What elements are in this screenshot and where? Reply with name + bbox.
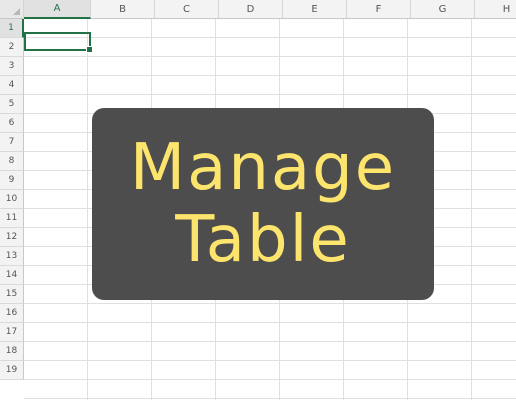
row-header-8[interactable]: 8 xyxy=(0,152,24,171)
row-header-15[interactable]: 15 xyxy=(0,285,24,304)
column-header-d[interactable]: D xyxy=(219,0,283,19)
column-headers: ABCDEFGH xyxy=(24,0,516,19)
fill-handle[interactable] xyxy=(86,46,93,53)
overlay-title-line-1: Manage xyxy=(129,131,397,205)
row-header-14[interactable]: 14 xyxy=(0,266,24,285)
row-header-12[interactable]: 12 xyxy=(0,228,24,247)
row-header-5[interactable]: 5 xyxy=(0,95,24,114)
row-header-4[interactable]: 4 xyxy=(0,76,24,95)
row-header-19[interactable]: 19 xyxy=(0,361,24,380)
column-header-c[interactable]: C xyxy=(155,0,219,19)
row-header-1[interactable]: 1 xyxy=(0,19,24,38)
title-overlay: Manage Table xyxy=(92,108,434,300)
row-header-2[interactable]: 2 xyxy=(0,38,24,57)
row-header-7[interactable]: 7 xyxy=(0,133,24,152)
column-header-e[interactable]: E xyxy=(283,0,347,19)
row-headers: 1 2 3 4 5 6 7 8 9 10 11 12 13 14 15 16 17 18 19 xyxy=(0,19,24,380)
row-header-18[interactable]: 18 xyxy=(0,342,24,361)
selected-cell-a1[interactable] xyxy=(24,32,93,53)
row-header-11[interactable]: 11 xyxy=(0,209,24,228)
select-all-triangle-icon xyxy=(13,8,20,15)
row-header-6[interactable]: 6 xyxy=(0,114,24,133)
column-header-b[interactable]: B xyxy=(91,0,155,19)
column-header-a[interactable]: A xyxy=(24,0,91,19)
row-header-10[interactable]: 10 xyxy=(0,190,24,209)
select-all-corner[interactable] xyxy=(0,0,24,19)
row-header-17[interactable]: 17 xyxy=(0,323,24,342)
column-header-g[interactable]: G xyxy=(411,0,475,19)
row-header-13[interactable]: 13 xyxy=(0,247,24,266)
row-header-9[interactable]: 9 xyxy=(0,171,24,190)
column-header-f[interactable]: F xyxy=(347,0,411,19)
row-header-16[interactable]: 16 xyxy=(0,304,24,323)
row-header-3[interactable]: 3 xyxy=(0,57,24,76)
overlay-title-line-2: Table xyxy=(175,203,351,277)
column-header-h[interactable]: H xyxy=(475,0,516,19)
